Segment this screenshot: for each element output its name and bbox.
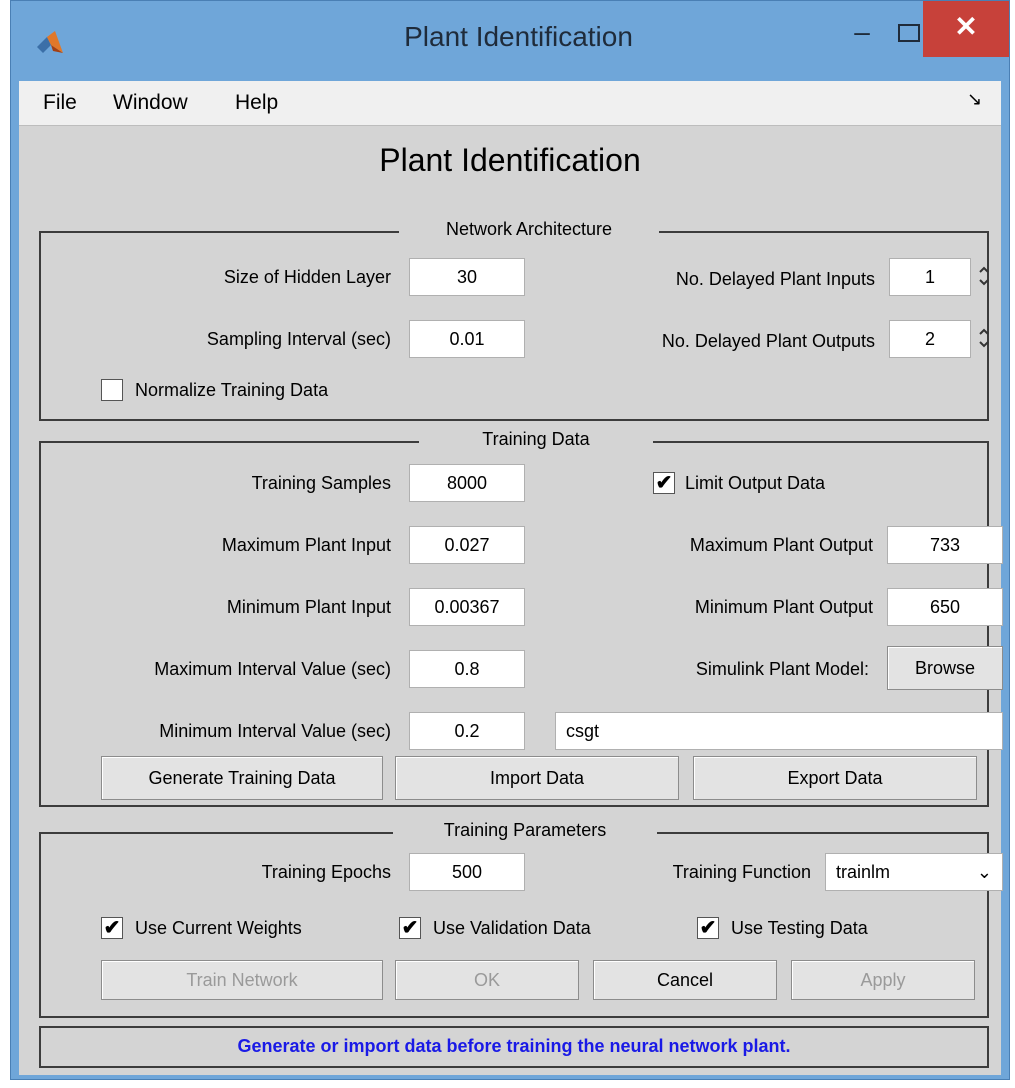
- max-plant-input-label: Maximum Plant Input: [221, 535, 391, 555]
- training-function-select[interactable]: trainlm ⌄: [825, 853, 1003, 891]
- browse-button[interactable]: Browse: [887, 646, 1003, 690]
- use-current-weights-checkbox[interactable]: ✔: [101, 917, 123, 939]
- generate-training-data-button[interactable]: Generate Training Data: [101, 756, 383, 800]
- use-current-weights-label: Use Current Weights: [135, 918, 302, 938]
- training-data-panel: Training Data Training Samples 8000 ✔ Li…: [39, 429, 1003, 807]
- export-data-button[interactable]: Export Data: [693, 756, 977, 800]
- hidden-layer-input[interactable]: 30: [409, 258, 525, 296]
- delayed-outputs-label: No. Delayed Plant Outputs: [661, 331, 875, 351]
- min-plant-input-field[interactable]: 0.00367: [409, 588, 525, 626]
- apply-button[interactable]: Apply: [791, 960, 975, 1000]
- use-validation-data-label: Use Validation Data: [433, 918, 591, 938]
- delayed-inputs-input[interactable]: 1: [889, 258, 971, 296]
- limit-output-label: Limit Output Data: [685, 473, 826, 493]
- training-data-legend: Training Data: [419, 429, 653, 450]
- menu-help[interactable]: Help: [233, 87, 280, 119]
- use-testing-data-checkbox[interactable]: ✔: [697, 917, 719, 939]
- training-parameters-legend: Training Parameters: [393, 820, 657, 841]
- max-plant-output-field[interactable]: 733: [887, 526, 1003, 564]
- min-plant-input-label: Minimum Plant Input: [226, 597, 391, 617]
- network-architecture-panel: Network Architecture Size of Hidden Laye…: [39, 219, 989, 421]
- min-plant-output-label: Minimum Plant Output: [694, 597, 873, 617]
- figure-area: Plant Identification Network Architectur…: [19, 125, 1003, 1075]
- page-title: Plant Identification: [379, 142, 641, 178]
- delayed-outputs-input[interactable]: 2: [889, 320, 971, 358]
- training-epochs-input[interactable]: 500: [409, 853, 525, 891]
- stepper-arrows-icon: [979, 328, 989, 348]
- simulink-model-label: Simulink Plant Model:: [695, 659, 869, 679]
- network-architecture-legend: Network Architecture: [399, 219, 659, 240]
- delayed-outputs-stepper[interactable]: [973, 320, 995, 358]
- menu-file[interactable]: File: [41, 87, 79, 119]
- use-validation-data-checkbox[interactable]: ✔: [399, 917, 421, 939]
- ok-button[interactable]: OK: [395, 960, 579, 1000]
- status-message: Generate or import data before training …: [237, 1036, 791, 1056]
- training-samples-label: Training Samples: [251, 473, 391, 493]
- delayed-inputs-label: No. Delayed Plant Inputs: [675, 269, 875, 289]
- max-interval-label: Maximum Interval Value (sec): [154, 659, 391, 679]
- import-data-button[interactable]: Import Data: [395, 756, 679, 800]
- min-interval-input[interactable]: 0.2: [409, 712, 525, 750]
- normalize-label: Normalize Training Data: [135, 380, 329, 400]
- close-button[interactable]: ✕: [923, 1, 1009, 57]
- training-epochs-label: Training Epochs: [261, 862, 391, 882]
- min-plant-output-field[interactable]: 650: [887, 588, 1003, 626]
- menu-window[interactable]: Window: [111, 87, 190, 119]
- sampling-interval-label: Sampling Interval (sec): [206, 329, 391, 349]
- minimize-button[interactable]: –: [847, 18, 877, 57]
- max-plant-output-label: Maximum Plant Output: [689, 535, 873, 555]
- dock-arrow-icon[interactable]: ↘: [967, 89, 982, 110]
- training-function-label: Training Function: [672, 862, 811, 882]
- limit-output-checkbox[interactable]: ✔: [653, 472, 675, 494]
- training-samples-input[interactable]: 8000: [409, 464, 525, 502]
- cancel-button[interactable]: Cancel: [593, 960, 777, 1000]
- title-bar[interactable]: Plant Identification – ✕: [11, 1, 1009, 81]
- normalize-checkbox[interactable]: [101, 379, 123, 401]
- client-area: File Window Help ↘ Plant Identification …: [19, 81, 1003, 1075]
- max-interval-input[interactable]: 0.8: [409, 650, 525, 688]
- sampling-interval-input[interactable]: 0.01: [409, 320, 525, 358]
- hidden-layer-label: Size of Hidden Layer: [223, 267, 391, 287]
- stepper-arrows-icon: [979, 266, 989, 286]
- status-bar: Generate or import data before training …: [39, 1026, 989, 1068]
- app-window: Plant Identification – ✕ File Window Hel…: [10, 0, 1010, 1080]
- min-interval-label: Minimum Interval Value (sec): [159, 721, 391, 741]
- max-plant-input-field[interactable]: 0.027: [409, 526, 525, 564]
- menu-bar: File Window Help ↘: [19, 81, 1001, 125]
- train-network-button[interactable]: Train Network: [101, 960, 383, 1000]
- training-parameters-panel: Training Parameters Training Epochs 500 …: [39, 820, 1003, 1018]
- training-function-value: trainlm: [836, 862, 891, 882]
- delayed-inputs-stepper[interactable]: [973, 258, 995, 296]
- use-testing-data-label: Use Testing Data: [731, 918, 868, 938]
- plant-model-name-field[interactable]: csgt: [555, 712, 1003, 750]
- chevron-down-icon: ⌄: [976, 862, 992, 882]
